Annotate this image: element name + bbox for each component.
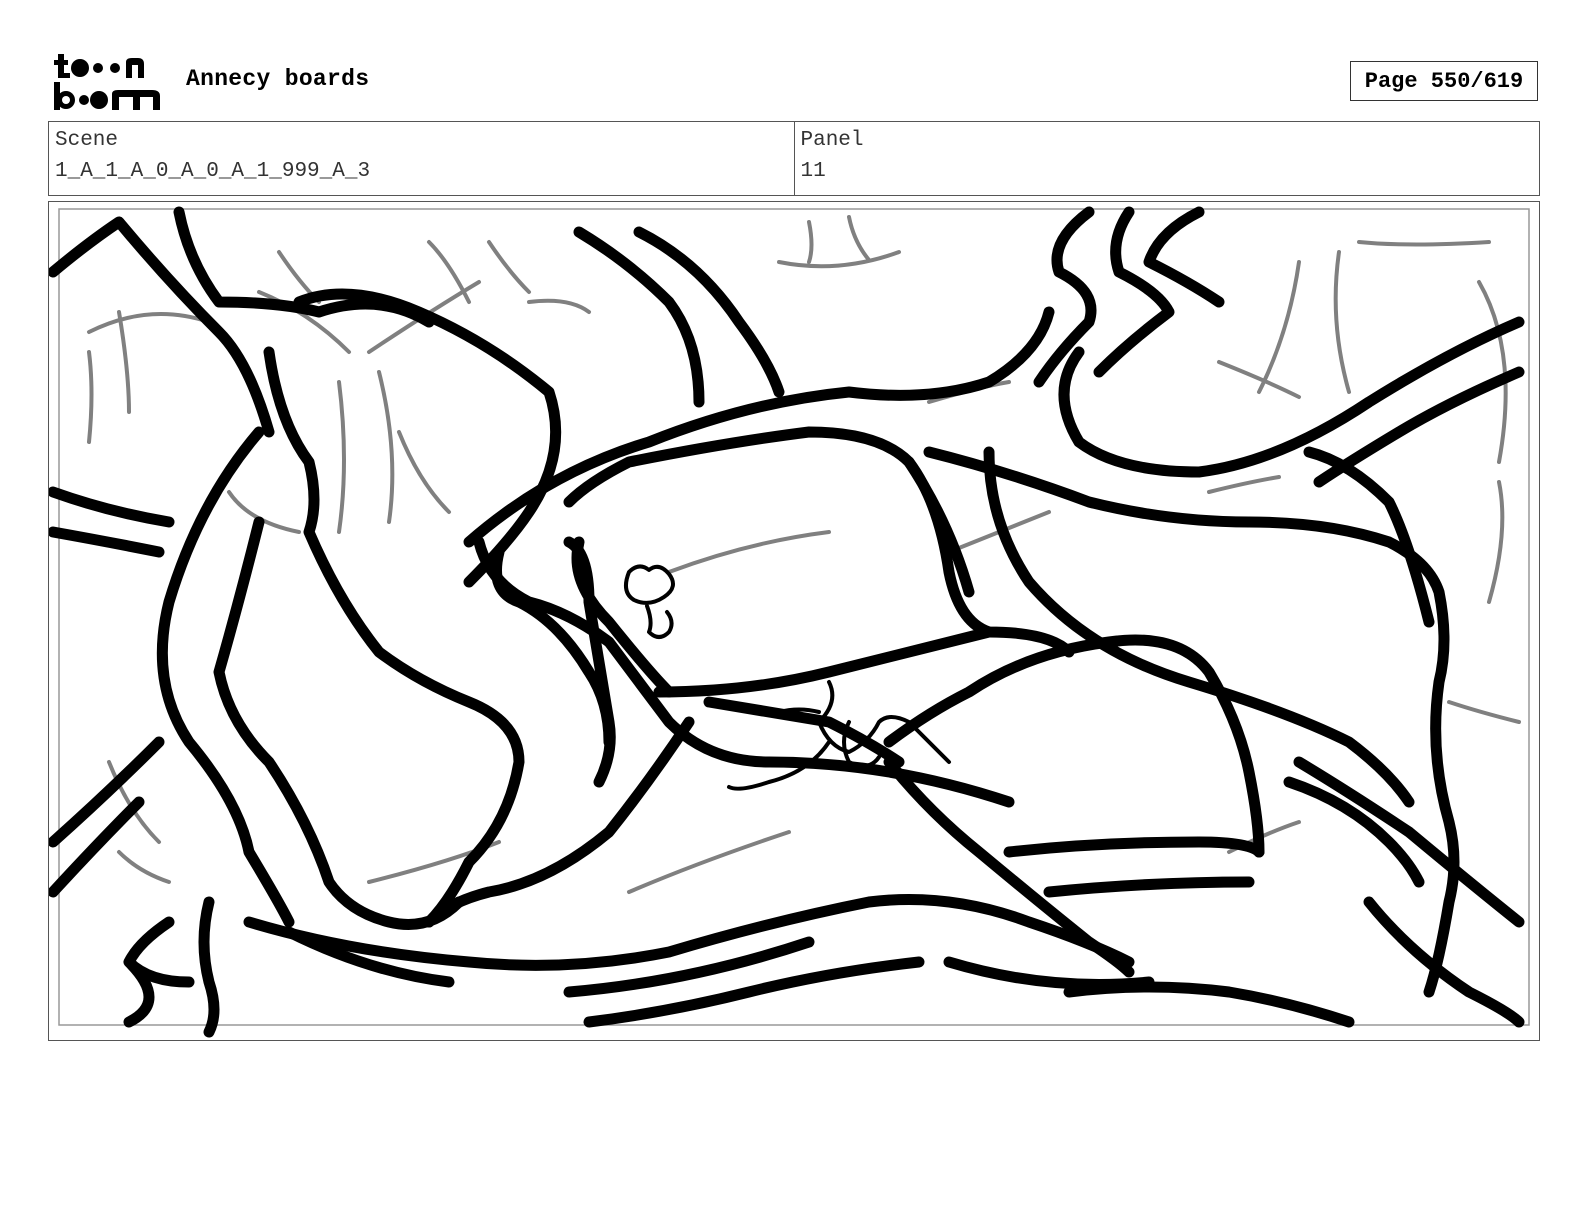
toonboom-logo bbox=[52, 52, 164, 112]
scene-cell: Scene 1_A_1_A_0_A_0_A_1_999_A_3 bbox=[49, 122, 794, 195]
toonboom-logo-icon bbox=[54, 54, 160, 110]
document-title: Annecy boards bbox=[186, 66, 370, 92]
storyboard-panel-frame bbox=[48, 201, 1540, 1041]
scene-panel-table: Scene 1_A_1_A_0_A_0_A_1_999_A_3 Panel 11 bbox=[48, 121, 1540, 196]
panel-label: Panel bbox=[800, 129, 864, 152]
foreground-strokes bbox=[49, 206, 1525, 1038]
storyboard-sketch bbox=[49, 206, 1530, 1038]
scene-value: 1_A_1_A_0_A_0_A_1_999_A_3 bbox=[55, 160, 371, 183]
panel-cell: Panel 11 bbox=[793, 122, 1540, 195]
panel-value: 11 bbox=[800, 160, 826, 183]
page-indicator: Page 550/619 bbox=[1350, 61, 1538, 101]
scene-label: Scene bbox=[55, 129, 119, 152]
